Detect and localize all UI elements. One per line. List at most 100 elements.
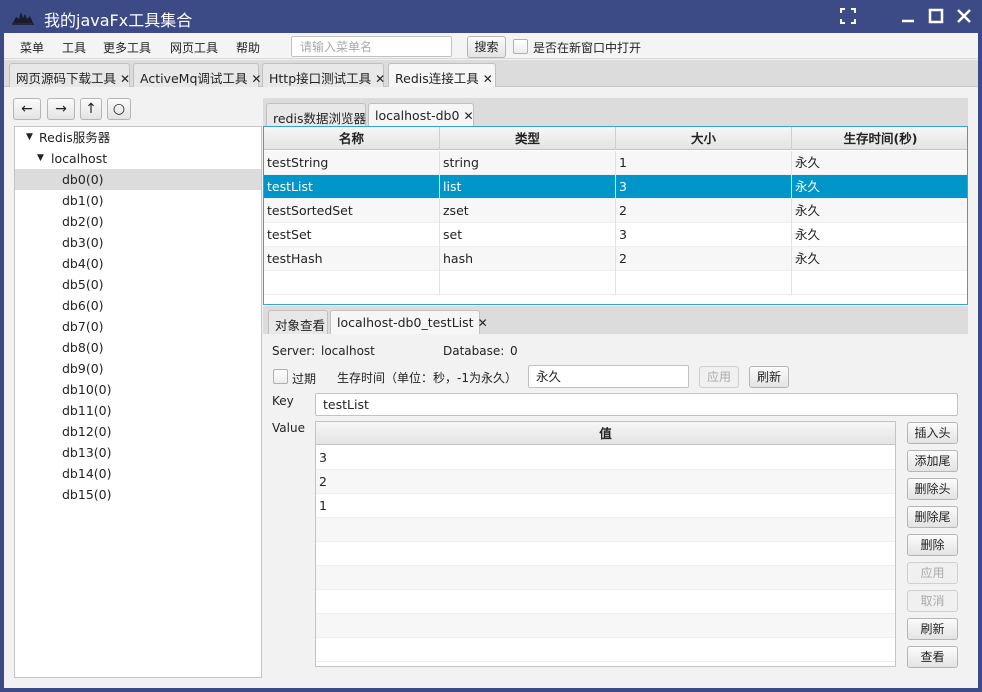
refresh-button[interactable]: 刷新 xyxy=(907,618,958,640)
expire-checkbox[interactable] xyxy=(273,369,288,384)
tree-node-db[interactable]: db6(0) xyxy=(15,295,261,316)
column-header-size[interactable]: 大小 xyxy=(616,127,792,150)
list-item[interactable] xyxy=(316,638,895,662)
tab-close-icon[interactable]: ✕ xyxy=(251,72,261,86)
menu-item-tools[interactable]: 工具 xyxy=(62,39,86,56)
menu-search-input[interactable] xyxy=(291,36,452,57)
table-row[interactable]: testSet set 3 永久 xyxy=(264,223,967,247)
tab-object-view[interactable]: 对象查看 xyxy=(268,310,328,334)
new-window-checkbox[interactable] xyxy=(513,39,528,54)
tree-node-db[interactable]: db15(0) xyxy=(15,484,261,505)
column-header-value[interactable]: 值 xyxy=(316,422,895,445)
apply-ttl-button[interactable]: 应用 xyxy=(699,366,739,388)
column-header-ttl[interactable]: 生存时间(秒) xyxy=(792,127,967,150)
table-row[interactable]: testHash hash 2 永久 xyxy=(264,247,967,271)
insert-head-button[interactable]: 插入头 xyxy=(907,422,958,444)
table-row[interactable]: testSortedSet zset 2 永久 xyxy=(264,199,967,223)
list-item[interactable]: 2 xyxy=(316,470,895,494)
key-table[interactable]: 名称 类型 大小 生存时间(秒) testString string 1 永久 test… xyxy=(263,126,968,305)
value-cell: 2 xyxy=(319,474,327,489)
tree-node-label: db12(0) xyxy=(62,424,112,439)
ttl-input[interactable]: 永久 xyxy=(528,365,689,388)
apply-button[interactable]: 应用 xyxy=(907,562,958,584)
tree-node-db[interactable]: db13(0) xyxy=(15,442,261,463)
list-item[interactable] xyxy=(316,614,895,638)
tab-localhost-db0-testlist[interactable]: localhost-db0_testList ✕ xyxy=(330,310,488,334)
tree-node-db[interactable]: db4(0) xyxy=(15,253,261,274)
list-item[interactable] xyxy=(316,542,895,566)
list-item[interactable]: 3 xyxy=(316,446,895,470)
table-cell: 永久 xyxy=(792,247,967,271)
append-tail-button[interactable]: 添加尾 xyxy=(907,450,958,472)
menu-item-web-tools[interactable]: 网页工具 xyxy=(170,39,218,56)
tab-close-icon[interactable]: ✕ xyxy=(375,72,385,86)
tab-close-icon[interactable]: ✕ xyxy=(463,109,473,123)
minimize-icon[interactable] xyxy=(898,6,918,26)
search-button[interactable]: 搜索 xyxy=(467,36,506,58)
tree-node-db[interactable]: db11(0) xyxy=(15,400,261,421)
tree-node-db[interactable]: db10(0) xyxy=(15,379,261,400)
tree-node-db[interactable]: db3(0) xyxy=(15,232,261,253)
remove-head-button[interactable]: 删除头 xyxy=(907,478,958,500)
tree-node-db[interactable]: db0(0) xyxy=(15,169,261,190)
value-table[interactable]: 值 3 2 1 xyxy=(315,421,896,667)
back-button[interactable]: ← xyxy=(13,98,41,120)
table-row[interactable]: testString string 1 永久 xyxy=(264,151,967,175)
tree-node-root[interactable]: ▼ Redis服务器 xyxy=(15,127,261,148)
up-button[interactable]: ↑ xyxy=(80,98,102,120)
value-cell xyxy=(316,638,895,662)
tab-close-icon[interactable]: ✕ xyxy=(483,72,493,86)
view-button[interactable]: 查看 xyxy=(907,646,958,668)
column-header-type[interactable]: 类型 xyxy=(440,127,616,150)
tree-node-db[interactable]: db12(0) xyxy=(15,421,261,442)
tree-node-db[interactable]: db7(0) xyxy=(15,316,261,337)
refresh-ttl-button[interactable]: 刷新 xyxy=(749,366,789,388)
tree-node-db[interactable]: db14(0) xyxy=(15,463,261,484)
tree-node-db[interactable]: db8(0) xyxy=(15,337,261,358)
tab-localhost-db0[interactable]: localhost-db0 ✕ xyxy=(368,103,474,127)
maximize-icon[interactable] xyxy=(926,6,946,26)
tree-node-label: localhost xyxy=(51,151,108,166)
main-tab-bar: 网页源码下载工具 ✕ ActiveMq调试工具 ✕ Http接口测试工具 ✕ Redi… xyxy=(4,60,978,87)
table-row[interactable]: testList list 3 永久 xyxy=(264,175,967,199)
tree-node-db[interactable]: db1(0) xyxy=(15,190,261,211)
list-item[interactable] xyxy=(316,590,895,614)
browser-tab-bar: redis数据浏览器 localhost-db0 ✕ xyxy=(263,98,968,127)
table-cell: testSortedSet xyxy=(264,199,440,223)
remove-tail-button[interactable]: 删除尾 xyxy=(907,506,958,528)
tree-node-db[interactable]: db9(0) xyxy=(15,358,261,379)
menu-item-help[interactable]: 帮助 xyxy=(236,39,260,56)
list-item[interactable] xyxy=(316,518,895,542)
tab-label: Http接口测试工具 xyxy=(269,71,372,86)
cancel-button[interactable]: 取消 xyxy=(907,590,958,612)
table-cell: zset xyxy=(440,199,616,223)
expire-label: 过期 xyxy=(292,372,317,386)
menu-item-menu[interactable]: 菜单 xyxy=(20,39,44,56)
tree-node-host[interactable]: ▼ localhost xyxy=(15,148,261,169)
table-row[interactable] xyxy=(264,271,967,295)
tab-activemq-debug[interactable]: ActiveMq调试工具 ✕ xyxy=(133,63,261,87)
tree-node-db[interactable]: db5(0) xyxy=(15,274,261,295)
fullscreen-icon[interactable] xyxy=(838,6,858,26)
tab-redis-browser[interactable]: redis数据浏览器 xyxy=(266,103,366,127)
tab-redis-connect[interactable]: Redis连接工具 ✕ xyxy=(388,63,496,87)
refresh-tree-button[interactable]: ○ xyxy=(107,98,131,120)
list-item[interactable]: 1 xyxy=(316,494,895,518)
tab-close-icon[interactable]: ✕ xyxy=(120,72,130,86)
column-header-name[interactable]: 名称 xyxy=(264,127,440,150)
tab-http-test[interactable]: Http接口测试工具 ✕ xyxy=(262,63,385,87)
close-icon[interactable] xyxy=(954,6,974,26)
forward-button[interactable]: → xyxy=(47,98,75,120)
expand-arrow-icon[interactable]: ▼ xyxy=(26,127,33,148)
list-item[interactable] xyxy=(316,566,895,590)
delete-button[interactable]: 删除 xyxy=(907,534,958,556)
tree-node-label: db0(0) xyxy=(62,172,104,187)
tab-label: ActiveMq调试工具 xyxy=(140,71,248,86)
tab-web-source-downloader[interactable]: 网页源码下载工具 ✕ xyxy=(9,63,130,87)
key-input[interactable]: testList xyxy=(315,393,958,416)
menu-item-more-tools[interactable]: 更多工具 xyxy=(103,39,151,56)
tree-node-db[interactable]: db2(0) xyxy=(15,211,261,232)
tab-close-icon[interactable]: ✕ xyxy=(478,316,488,330)
expand-arrow-icon[interactable]: ▼ xyxy=(37,148,44,169)
value-cell xyxy=(316,614,895,638)
